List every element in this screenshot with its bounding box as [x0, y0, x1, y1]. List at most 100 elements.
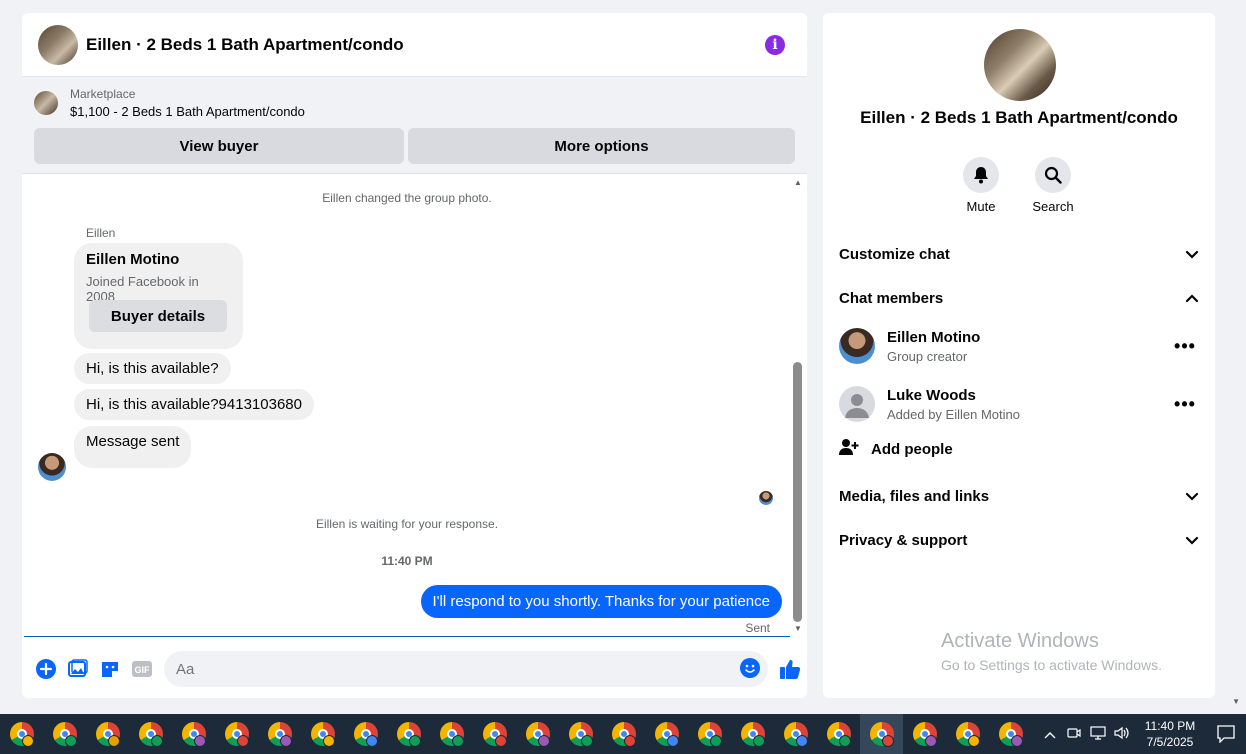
more-options-icon[interactable]: •••: [1171, 336, 1199, 357]
incoming-message[interactable]: Hi, is this available?: [74, 353, 231, 384]
sender-avatar[interactable]: [38, 453, 66, 481]
chrome-window-icon[interactable]: [344, 714, 387, 754]
view-buyer-button[interactable]: View buyer: [34, 128, 404, 164]
composer-divider: [24, 636, 790, 637]
chrome-window-icon[interactable]: [903, 714, 946, 754]
chrome-window-icon[interactable]: [516, 714, 559, 754]
incoming-message[interactable]: Message sent: [74, 426, 192, 468]
like-icon[interactable]: [774, 653, 806, 685]
member-name: Eillen Motino: [887, 328, 981, 346]
chrome-window-icon[interactable]: [387, 714, 430, 754]
message-input-wrapper: [164, 651, 768, 687]
add-people-button[interactable]: Add people: [839, 438, 953, 460]
volume-icon[interactable]: [1110, 726, 1134, 743]
marketplace-label: Marketplace: [70, 87, 136, 101]
profile-badge-icon: [1011, 735, 1023, 747]
chrome-window-icon[interactable]: [430, 714, 473, 754]
search-label: Search: [1032, 199, 1074, 214]
add-person-icon: [839, 438, 859, 460]
chat-members-section[interactable]: Chat members: [839, 283, 1199, 313]
more-options-icon[interactable]: •••: [1171, 394, 1199, 415]
chevron-up-icon[interactable]: [1038, 727, 1062, 742]
chrome-window-icon[interactable]: [989, 714, 1032, 754]
message-input[interactable]: [164, 651, 768, 687]
member-row[interactable]: Eillen Motino Group creator •••: [839, 324, 1199, 368]
mute-action[interactable]: Mute: [951, 157, 1011, 214]
member-role: Group creator: [887, 348, 968, 364]
sticker-icon[interactable]: [94, 653, 126, 685]
chrome-window-icon[interactable]: [860, 714, 903, 754]
chrome-window-icon[interactable]: [731, 714, 774, 754]
sender-name: Eillen: [86, 226, 116, 240]
scroll-down-arrow-icon[interactable]: ▼: [792, 624, 804, 633]
marketplace-bar: Marketplace $1,100 - 2 Beds 1 Bath Apart…: [22, 77, 807, 174]
profile-badge-icon: [796, 735, 808, 747]
notification-icon[interactable]: [1206, 725, 1246, 743]
privacy-support-section[interactable]: Privacy & support: [839, 525, 1199, 555]
chrome-window-icon[interactable]: [774, 714, 817, 754]
chrome-window-icon[interactable]: [473, 714, 516, 754]
listing-thumbnail[interactable]: [34, 91, 58, 115]
chrome-window-icon[interactable]: [43, 714, 86, 754]
gif-icon[interactable]: GIF: [126, 653, 158, 685]
network-icon[interactable]: [1086, 725, 1110, 743]
bell-icon[interactable]: [963, 157, 999, 193]
chat-title[interactable]: Eillen · 2 Beds 1 Bath Apartment/condo: [86, 35, 404, 55]
buyer-details-button[interactable]: Buyer details: [89, 300, 227, 332]
system-tray: 11:40 PM 7/5/2025: [1038, 714, 1246, 754]
profile-badge-icon: [710, 735, 722, 747]
profile-badge-icon: [624, 735, 636, 747]
watermark-title: Activate Windows: [941, 630, 1099, 652]
profile-badge-icon: [108, 735, 120, 747]
composer: GIF: [22, 649, 807, 689]
member-row[interactable]: Luke Woods Added by Eillen Motino •••: [839, 382, 1199, 426]
profile-badge-icon: [839, 735, 851, 747]
search-icon[interactable]: [1035, 157, 1071, 193]
chrome-window-icon[interactable]: [688, 714, 731, 754]
chat-header: Eillen · 2 Beds 1 Bath Apartment/condo i: [22, 13, 807, 77]
chrome-window-icon[interactable]: [559, 714, 602, 754]
more-options-button[interactable]: More options: [408, 128, 795, 164]
chrome-window-icon[interactable]: [0, 714, 43, 754]
chrome-window-icon[interactable]: [817, 714, 860, 754]
clock-time: 11:40 PM: [1144, 719, 1196, 733]
message-timestamp: 11:40 PM: [381, 554, 433, 568]
default-avatar-icon[interactable]: [839, 386, 875, 422]
chrome-window-icon[interactable]: [129, 714, 172, 754]
member-avatar[interactable]: [839, 328, 875, 364]
chevron-down-icon: [1185, 246, 1199, 263]
chat-members-label: Chat members: [839, 289, 944, 307]
group-avatar[interactable]: [38, 24, 78, 65]
profile-badge-icon: [452, 735, 464, 747]
chrome-window-icon[interactable]: [301, 714, 344, 754]
message-scrollbar[interactable]: ▲ ▼: [792, 176, 806, 636]
info-icon[interactable]: i: [765, 35, 785, 55]
profile-badge-icon: [409, 735, 421, 747]
system-clock[interactable]: 11:40 PM 7/5/2025: [1134, 718, 1206, 750]
chrome-window-icon[interactable]: [645, 714, 688, 754]
incoming-message[interactable]: Hi, is this available?9413103680: [74, 389, 314, 420]
chrome-window-icon[interactable]: [86, 714, 129, 754]
privacy-support-label: Privacy & support: [839, 531, 968, 549]
meet-icon[interactable]: [1062, 726, 1086, 743]
group-avatar-large[interactable]: [984, 29, 1056, 101]
chrome-window-icon[interactable]: [172, 714, 215, 754]
plus-icon[interactable]: [30, 653, 62, 685]
chrome-window-icon[interactable]: [215, 714, 258, 754]
search-action[interactable]: Search: [1023, 157, 1083, 214]
listing-title[interactable]: $1,100 - 2 Beds 1 Bath Apartment/condo: [70, 104, 305, 119]
page-scroll-down-icon[interactable]: ▼: [1232, 697, 1240, 706]
customize-chat-section[interactable]: Customize chat: [839, 239, 1199, 269]
scroll-up-arrow-icon[interactable]: ▲: [792, 178, 804, 187]
media-files-section[interactable]: Media, files and links: [839, 481, 1199, 511]
outgoing-message[interactable]: I'll respond to you shortly. Thanks for …: [420, 585, 782, 618]
scroll-thumb[interactable]: [793, 362, 802, 622]
chrome-window-icon[interactable]: [946, 714, 989, 754]
emoji-icon[interactable]: [740, 658, 760, 678]
chrome-window-icon[interactable]: [602, 714, 645, 754]
profile-badge-icon: [65, 735, 77, 747]
photo-icon[interactable]: [62, 653, 94, 685]
mute-label: Mute: [966, 199, 996, 214]
chrome-window-icon[interactable]: [258, 714, 301, 754]
media-files-label: Media, files and links: [839, 487, 990, 505]
